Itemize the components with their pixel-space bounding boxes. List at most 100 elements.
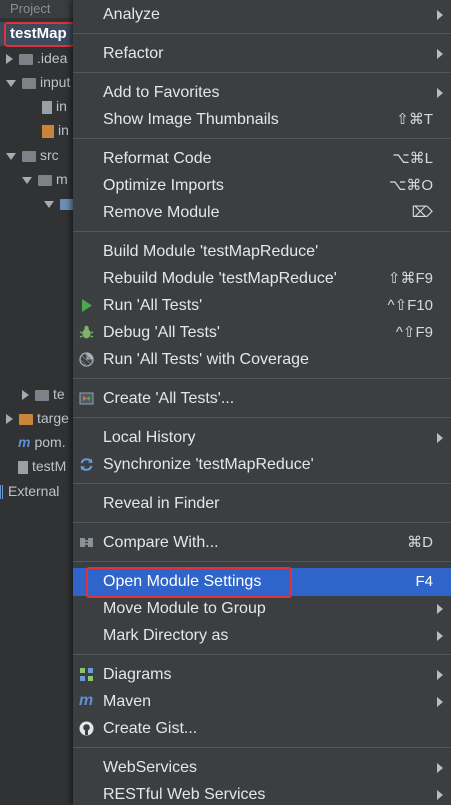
menu-item-optimize-imports[interactable]: Optimize Imports ⌥⌘O	[73, 172, 451, 199]
context-menu: Analyze Refactor Add to Favorites Show I…	[73, 0, 451, 805]
menu-item-label: Diagrams	[103, 666, 172, 683]
menu-item-restful[interactable]: RESTful Web Services	[73, 781, 451, 805]
menu-item-reveal-finder[interactable]: Reveal in Finder	[73, 490, 451, 517]
menu-item-local-history[interactable]: Local History	[73, 424, 451, 451]
menu-item-label: Open Module Settings	[103, 573, 262, 590]
menu-item-label: Compare With...	[103, 534, 219, 551]
menu-item-synchronize[interactable]: Synchronize 'testMapReduce'	[73, 451, 451, 478]
menu-separator	[73, 747, 451, 748]
annotation-highlight-box	[4, 22, 75, 47]
menu-separator	[73, 417, 451, 418]
tree-item-external-libraries[interactable]: External	[0, 480, 59, 502]
menu-item-run-tests[interactable]: Run 'All Tests' ^⇧F10	[73, 292, 451, 319]
menu-item-reformat[interactable]: Reformat Code ⌥⌘L	[73, 145, 451, 172]
tree-item-input[interactable]: input	[6, 71, 70, 93]
folder-icon	[38, 174, 52, 186]
tree-item-input-file-2[interactable]: in	[42, 119, 69, 141]
menu-separator	[73, 378, 451, 379]
menu-item-refactor[interactable]: Refactor	[73, 40, 451, 67]
folder-icon	[22, 77, 36, 89]
menu-item-mark-directory[interactable]: Mark Directory as	[73, 622, 451, 649]
menu-item-label: Build Module 'testMapReduce'	[103, 243, 319, 260]
tree-item-test[interactable]: te	[22, 383, 65, 405]
tree-item-main[interactable]: m	[22, 168, 68, 190]
create-test-icon	[79, 392, 94, 405]
menu-item-run-coverage[interactable]: Run 'All Tests' with Coverage	[73, 346, 451, 373]
tree-item-label: input	[40, 74, 71, 90]
tree-item-label: targe	[37, 410, 69, 426]
tree-item-src[interactable]: src	[6, 144, 59, 166]
tree-item-input-file-1[interactable]: in	[42, 95, 67, 117]
expand-arrow-icon[interactable]	[6, 414, 13, 425]
tree-item-label: External	[8, 483, 60, 499]
menu-item-shortcut: ⌦	[411, 204, 433, 221]
menu-separator	[73, 654, 451, 655]
menu-item-maven[interactable]: m Maven	[73, 688, 451, 715]
tree-item-label: te	[53, 386, 65, 402]
menu-item-diagrams[interactable]: Diagrams	[73, 661, 451, 688]
menu-item-label: Move Module to Group	[103, 600, 266, 617]
tree-item-label: m	[56, 171, 68, 187]
expand-arrow-icon[interactable]	[6, 54, 13, 65]
menu-item-webservices[interactable]: WebServices	[73, 754, 451, 781]
folder-orange-icon	[19, 413, 33, 425]
ide-screen: Project testMap .idea input in in src m …	[0, 0, 451, 805]
tree-item-iml[interactable]: testM	[18, 455, 66, 477]
menu-item-show-thumbnails[interactable]: Show Image Thumbnails ⇧⌘T	[73, 106, 451, 133]
sync-icon	[80, 458, 93, 471]
menu-item-create-tests[interactable]: Create 'All Tests'...	[73, 385, 451, 412]
file-icon	[42, 100, 52, 114]
menu-item-shortcut: F4	[415, 573, 433, 590]
menu-item-remove-module[interactable]: Remove Module ⌦	[73, 199, 451, 226]
tree-item-target[interactable]: targe	[6, 407, 69, 429]
submenu-arrow-icon	[437, 88, 443, 98]
expand-arrow-icon[interactable]	[22, 390, 29, 401]
tree-item-label: .idea	[37, 50, 68, 66]
collapse-arrow-icon[interactable]	[22, 176, 32, 184]
submenu-arrow-icon	[437, 433, 443, 443]
library-icon	[0, 485, 4, 500]
folder-icon	[19, 53, 33, 65]
menu-item-label: Mark Directory as	[103, 627, 229, 644]
menu-item-move-module-group[interactable]: Move Module to Group	[73, 595, 451, 622]
menu-item-debug-tests[interactable]: Debug 'All Tests' ^⇧F9	[73, 319, 451, 346]
menu-item-shortcut: ⌘D	[407, 534, 433, 551]
xml-file-icon	[42, 124, 54, 138]
debug-bug-icon	[79, 325, 94, 339]
submenu-arrow-icon	[437, 10, 443, 20]
menu-item-label: Reveal in Finder	[103, 495, 220, 512]
menu-item-shortcut: ⌥⌘O	[389, 177, 433, 194]
menu-item-build-module[interactable]: Build Module 'testMapReduce'	[73, 238, 451, 265]
collapse-arrow-icon[interactable]	[6, 152, 16, 160]
file-icon	[18, 460, 28, 474]
menu-item-label: Create Gist...	[103, 720, 198, 737]
menu-item-shortcut: ⇧⌘T	[396, 111, 433, 128]
project-header-label: Project	[10, 1, 51, 16]
folder-icon	[35, 389, 49, 401]
collapse-arrow-icon[interactable]	[6, 79, 16, 87]
menu-item-rebuild-module[interactable]: Rebuild Module 'testMapReduce' ⇧⌘F9	[73, 265, 451, 292]
menu-item-label: Reformat Code	[103, 150, 212, 167]
maven-file-icon: m	[18, 434, 31, 450]
menu-separator	[73, 522, 451, 523]
menu-item-open-module-settings[interactable]: Open Module Settings F4	[73, 568, 451, 596]
menu-separator	[73, 561, 451, 562]
menu-item-analyze[interactable]: Analyze	[73, 1, 451, 28]
menu-item-label: Remove Module	[103, 204, 220, 221]
maven-icon: m	[79, 692, 94, 709]
tree-item-pom[interactable]: m pom.	[18, 431, 66, 453]
menu-item-create-gist[interactable]: Create Gist...	[73, 715, 451, 742]
tree-item-idea[interactable]: .idea	[6, 47, 67, 69]
tree-item-label: src	[40, 147, 59, 163]
submenu-arrow-icon	[437, 604, 443, 614]
menu-separator	[73, 231, 451, 232]
submenu-arrow-icon	[437, 763, 443, 773]
menu-item-compare-with[interactable]: Compare With... ⌘D	[73, 529, 451, 556]
submenu-arrow-icon	[437, 49, 443, 59]
menu-item-label: WebServices	[103, 759, 197, 776]
menu-item-add-favorites[interactable]: Add to Favorites	[73, 79, 451, 106]
menu-item-label: Debug 'All Tests'	[103, 324, 220, 341]
collapse-arrow-icon[interactable]	[44, 200, 54, 208]
menu-item-label: Run 'All Tests'	[103, 297, 203, 314]
menu-item-label: Maven	[103, 693, 152, 710]
